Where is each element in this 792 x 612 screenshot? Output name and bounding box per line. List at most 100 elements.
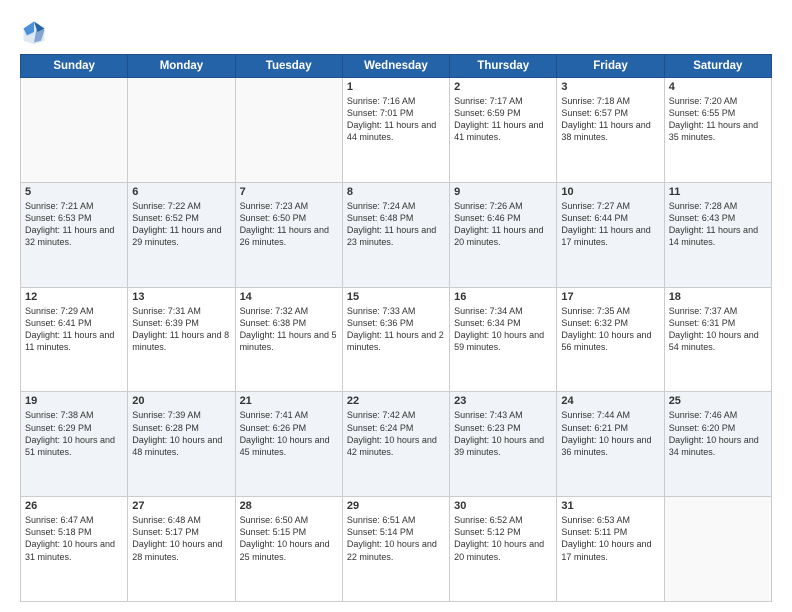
calendar-cell: 1 Sunrise: 7:16 AMSunset: 7:01 PMDaylight…: [342, 78, 449, 183]
day-info: Sunrise: 6:51 AMSunset: 5:14 PMDaylight:…: [347, 514, 445, 563]
calendar-cell: 6 Sunrise: 7:22 AMSunset: 6:52 PMDaylight…: [128, 182, 235, 287]
day-info: Sunrise: 7:32 AMSunset: 6:38 PMDaylight:…: [240, 305, 338, 354]
day-number: 28: [240, 500, 338, 512]
day-info: Sunrise: 7:34 AMSunset: 6:34 PMDaylight:…: [454, 305, 552, 354]
day-info: Sunrise: 7:22 AMSunset: 6:52 PMDaylight:…: [132, 200, 230, 249]
day-info: Sunrise: 7:42 AMSunset: 6:24 PMDaylight:…: [347, 409, 445, 458]
day-number: 14: [240, 291, 338, 303]
calendar-cell: 12 Sunrise: 7:29 AMSunset: 6:41 PMDayligh…: [21, 287, 128, 392]
calendar-cell: [21, 78, 128, 183]
day-number: 12: [25, 291, 123, 303]
day-info: Sunrise: 7:41 AMSunset: 6:26 PMDaylight:…: [240, 409, 338, 458]
day-info: Sunrise: 7:16 AMSunset: 7:01 PMDaylight:…: [347, 95, 445, 144]
weekday-thursday: Thursday: [450, 55, 557, 78]
day-number: 7: [240, 186, 338, 198]
day-info: Sunrise: 7:44 AMSunset: 6:21 PMDaylight:…: [561, 409, 659, 458]
day-number: 25: [669, 395, 767, 407]
calendar-cell: 31Sunrise: 6:53 AMSunset: 5:11 PMDayligh…: [557, 497, 664, 602]
day-info: Sunrise: 7:20 AMSunset: 6:55 PMDaylight:…: [669, 95, 767, 144]
calendar-cell: [235, 78, 342, 183]
week-row-2: 5 Sunrise: 7:21 AMSunset: 6:53 PMDaylight…: [21, 182, 772, 287]
calendar: SundayMondayTuesdayWednesdayThursdayFrid…: [20, 54, 772, 602]
day-info: Sunrise: 7:27 AMSunset: 6:44 PMDaylight:…: [561, 200, 659, 249]
day-number: 1: [347, 81, 445, 93]
week-row-4: 19 Sunrise: 7:38 AMSunset: 6:29 PMDayligh…: [21, 392, 772, 497]
calendar-cell: 22Sunrise: 7:42 AMSunset: 6:24 PMDayligh…: [342, 392, 449, 497]
day-number: 24: [561, 395, 659, 407]
calendar-cell: 7Sunrise: 7:23 AMSunset: 6:50 PMDaylight…: [235, 182, 342, 287]
day-number: 10: [561, 186, 659, 198]
calendar-cell: 4 Sunrise: 7:20 AMSunset: 6:55 PMDaylight…: [664, 78, 771, 183]
day-number: 13: [132, 291, 230, 303]
calendar-cell: [128, 78, 235, 183]
week-row-3: 12 Sunrise: 7:29 AMSunset: 6:41 PMDayligh…: [21, 287, 772, 392]
day-number: 23: [454, 395, 552, 407]
calendar-cell: 19 Sunrise: 7:38 AMSunset: 6:29 PMDayligh…: [21, 392, 128, 497]
day-number: 6: [132, 186, 230, 198]
day-info: Sunrise: 7:18 AMSunset: 6:57 PMDaylight:…: [561, 95, 659, 144]
calendar-cell: 23 Sunrise: 7:43 AMSunset: 6:23 PMDayligh…: [450, 392, 557, 497]
day-info: Sunrise: 7:26 AMSunset: 6:46 PMDaylight:…: [454, 200, 552, 249]
day-number: 3: [561, 81, 659, 93]
day-info: Sunrise: 7:17 AMSunset: 6:59 PMDaylight:…: [454, 95, 552, 144]
calendar-cell: 27 Sunrise: 6:48 AMSunset: 5:17 PMDayligh…: [128, 497, 235, 602]
day-number: 21: [240, 395, 338, 407]
weekday-monday: Monday: [128, 55, 235, 78]
day-info: Sunrise: 7:29 AMSunset: 6:41 PMDaylight:…: [25, 305, 123, 354]
day-info: Sunrise: 7:24 AMSunset: 6:48 PMDaylight:…: [347, 200, 445, 249]
weekday-tuesday: Tuesday: [235, 55, 342, 78]
calendar-cell: 13 Sunrise: 7:31 AMSunset: 6:39 PMDayligh…: [128, 287, 235, 392]
day-info: Sunrise: 7:21 AMSunset: 6:53 PMDaylight:…: [25, 200, 123, 249]
weekday-sunday: Sunday: [21, 55, 128, 78]
day-number: 2: [454, 81, 552, 93]
day-info: Sunrise: 7:39 AMSunset: 6:28 PMDaylight:…: [132, 409, 230, 458]
logo: [20, 18, 52, 46]
day-number: 11: [669, 186, 767, 198]
calendar-cell: 5 Sunrise: 7:21 AMSunset: 6:53 PMDaylight…: [21, 182, 128, 287]
weekday-wednesday: Wednesday: [342, 55, 449, 78]
day-number: 16: [454, 291, 552, 303]
day-info: Sunrise: 6:53 AMSunset: 5:11 PMDaylight:…: [561, 514, 659, 563]
calendar-cell: 15Sunrise: 7:33 AMSunset: 6:36 PMDayligh…: [342, 287, 449, 392]
day-number: 9: [454, 186, 552, 198]
calendar-cell: 11Sunrise: 7:28 AMSunset: 6:43 PMDayligh…: [664, 182, 771, 287]
weekday-header-row: SundayMondayTuesdayWednesdayThursdayFrid…: [21, 55, 772, 78]
day-number: 30: [454, 500, 552, 512]
page: SundayMondayTuesdayWednesdayThursdayFrid…: [0, 0, 792, 612]
day-info: Sunrise: 7:37 AMSunset: 6:31 PMDaylight:…: [669, 305, 767, 354]
calendar-cell: 14 Sunrise: 7:32 AMSunset: 6:38 PMDayligh…: [235, 287, 342, 392]
day-number: 8: [347, 186, 445, 198]
day-info: Sunrise: 7:35 AMSunset: 6:32 PMDaylight:…: [561, 305, 659, 354]
calendar-cell: 25 Sunrise: 7:46 AMSunset: 6:20 PMDayligh…: [664, 392, 771, 497]
day-info: Sunrise: 7:43 AMSunset: 6:23 PMDaylight:…: [454, 409, 552, 458]
calendar-cell: 9 Sunrise: 7:26 AMSunset: 6:46 PMDaylight…: [450, 182, 557, 287]
day-info: Sunrise: 7:38 AMSunset: 6:29 PMDaylight:…: [25, 409, 123, 458]
day-number: 29: [347, 500, 445, 512]
day-info: Sunrise: 7:33 AMSunset: 6:36 PMDaylight:…: [347, 305, 445, 354]
day-info: Sunrise: 6:47 AMSunset: 5:18 PMDaylight:…: [25, 514, 123, 563]
day-info: Sunrise: 7:46 AMSunset: 6:20 PMDaylight:…: [669, 409, 767, 458]
day-info: Sunrise: 7:31 AMSunset: 6:39 PMDaylight:…: [132, 305, 230, 354]
week-row-5: 26Sunrise: 6:47 AMSunset: 5:18 PMDayligh…: [21, 497, 772, 602]
day-number: 27: [132, 500, 230, 512]
calendar-cell: 26Sunrise: 6:47 AMSunset: 5:18 PMDayligh…: [21, 497, 128, 602]
day-number: 17: [561, 291, 659, 303]
weekday-friday: Friday: [557, 55, 664, 78]
calendar-cell: 2 Sunrise: 7:17 AMSunset: 6:59 PMDaylight…: [450, 78, 557, 183]
calendar-cell: 10 Sunrise: 7:27 AMSunset: 6:44 PMDayligh…: [557, 182, 664, 287]
day-number: 20: [132, 395, 230, 407]
calendar-cell: 28 Sunrise: 6:50 AMSunset: 5:15 PMDayligh…: [235, 497, 342, 602]
calendar-cell: 3 Sunrise: 7:18 AMSunset: 6:57 PMDaylight…: [557, 78, 664, 183]
calendar-cell: 17 Sunrise: 7:35 AMSunset: 6:32 PMDayligh…: [557, 287, 664, 392]
calendar-cell: 18Sunrise: 7:37 AMSunset: 6:31 PMDayligh…: [664, 287, 771, 392]
header: [20, 18, 772, 46]
calendar-cell: 30Sunrise: 6:52 AMSunset: 5:12 PMDayligh…: [450, 497, 557, 602]
day-info: Sunrise: 6:50 AMSunset: 5:15 PMDaylight:…: [240, 514, 338, 563]
day-number: 4: [669, 81, 767, 93]
day-info: Sunrise: 6:48 AMSunset: 5:17 PMDaylight:…: [132, 514, 230, 563]
calendar-cell: 16 Sunrise: 7:34 AMSunset: 6:34 PMDayligh…: [450, 287, 557, 392]
week-row-1: 1 Sunrise: 7:16 AMSunset: 7:01 PMDaylight…: [21, 78, 772, 183]
day-number: 19: [25, 395, 123, 407]
calendar-cell: 8 Sunrise: 7:24 AMSunset: 6:48 PMDaylight…: [342, 182, 449, 287]
day-number: 5: [25, 186, 123, 198]
